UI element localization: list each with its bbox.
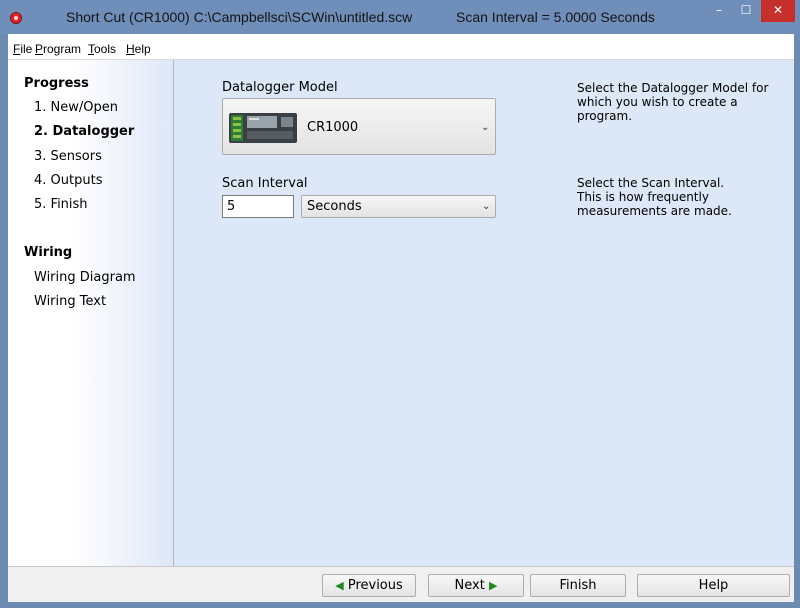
application-window: Short Cut (CR1000) C:\Campbellsci\SCWin\…: [0, 0, 800, 608]
menu-help-accel: H: [126, 42, 135, 56]
close-button[interactable]: ✕: [761, 0, 795, 22]
model-desc-line-3: program.: [577, 109, 633, 123]
previous-label: Previous: [347, 578, 403, 593]
finish-button[interactable]: Finish: [530, 574, 626, 597]
wiring-heading: Wiring: [24, 245, 73, 260]
next-button[interactable]: Next ▶: [428, 574, 524, 597]
progress-heading: Progress: [24, 76, 89, 91]
menu-program-accel: P: [35, 42, 44, 56]
menu-tools[interactable]: Tools: [88, 42, 116, 56]
chevron-down-icon: ⌄: [482, 201, 491, 212]
menu-program-label: rogram: [43, 42, 82, 56]
arrow-right-icon: ▶: [488, 579, 498, 592]
step-new-open[interactable]: 1. New/Open: [34, 100, 118, 115]
app-icon[interactable]: [10, 12, 22, 24]
chevron-down-icon: ⌄: [481, 122, 490, 133]
wiring-text-link[interactable]: Wiring Text: [34, 294, 106, 309]
scan-interval-title: Scan Interval = 5.0000 Seconds: [456, 9, 655, 25]
model-desc-line-1: Select the Datalogger Model for: [577, 81, 769, 95]
arrow-left-icon: ◀: [335, 579, 344, 592]
scan-unit-value: Seconds: [307, 199, 362, 214]
menu-help[interactable]: Help: [126, 42, 151, 56]
datalogger-model-value: CR1000: [307, 120, 359, 135]
datalogger-image: [229, 113, 297, 143]
maximize-button[interactable]: ☐: [733, 0, 759, 22]
menu-tools-label: ools: [94, 42, 117, 56]
step-datalogger[interactable]: 2. Datalogger: [34, 124, 134, 139]
menu-help-label: elp: [134, 42, 151, 56]
scan-desc-line-2: This is how frequently: [577, 190, 709, 204]
scan-desc-line-3: measurements are made.: [577, 204, 732, 218]
menu-file-label: ile: [20, 42, 33, 56]
help-button[interactable]: Help: [637, 574, 790, 597]
minimize-button[interactable]: –: [706, 0, 732, 22]
help-label: Help: [698, 578, 729, 593]
wiring-diagram-link[interactable]: Wiring Diagram: [34, 270, 136, 285]
scan-interval-label: Scan Interval: [222, 176, 308, 191]
menu-bar: File Program Tools Help: [8, 34, 794, 60]
scan-unit-dropdown[interactable]: Seconds ⌄: [301, 195, 496, 218]
window-title: Short Cut (CR1000) C:\Campbellsci\SCWin\…: [66, 9, 413, 25]
datalogger-model-label: Datalogger Model: [222, 80, 338, 95]
scan-desc-line-1: Select the Scan Interval.: [577, 176, 725, 190]
navigation-bar: ◀ Previous Next ▶ Finish Help: [8, 566, 794, 602]
step-finish[interactable]: 5. Finish: [34, 197, 88, 212]
finish-label: Finish: [559, 578, 597, 593]
title-bar[interactable]: Short Cut (CR1000) C:\Campbellsci\SCWin\…: [0, 0, 800, 34]
step-sensors[interactable]: 3. Sensors: [34, 149, 102, 164]
progress-sidebar: Progress 1. New/Open 2. Datalogger 3. Se…: [8, 60, 174, 566]
next-label: Next: [454, 578, 485, 593]
model-desc-line-2: which you wish to create a: [577, 95, 738, 109]
previous-button[interactable]: ◀ Previous: [322, 574, 416, 597]
menu-file[interactable]: File: [13, 42, 32, 56]
datalogger-model-dropdown[interactable]: CR1000 ⌄: [222, 98, 496, 155]
main-panel: Datalogger Model CR1000 ⌄ Select the Dat…: [174, 60, 794, 566]
step-outputs[interactable]: 4. Outputs: [34, 173, 102, 188]
scan-interval-input[interactable]: 5: [222, 195, 294, 218]
menu-program[interactable]: Program: [35, 42, 81, 56]
